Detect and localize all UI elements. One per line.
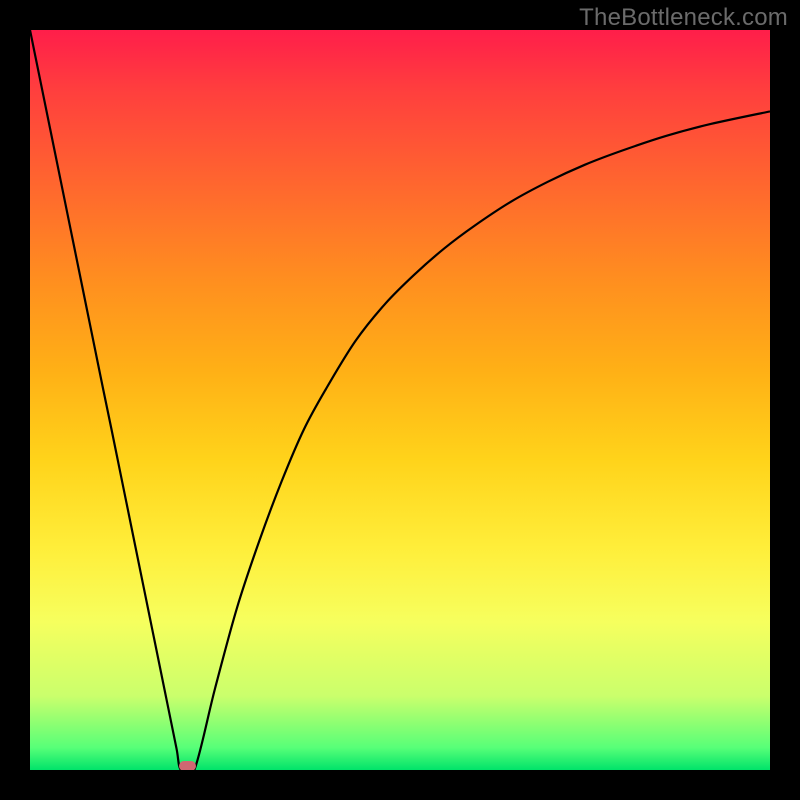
- curve-path: [30, 30, 770, 770]
- bottleneck-marker: [179, 761, 197, 770]
- bottleneck-curve: [30, 30, 770, 770]
- chart-frame: TheBottleneck.com: [0, 0, 800, 800]
- plot-area: [30, 30, 770, 770]
- watermark-text: TheBottleneck.com: [579, 4, 788, 32]
